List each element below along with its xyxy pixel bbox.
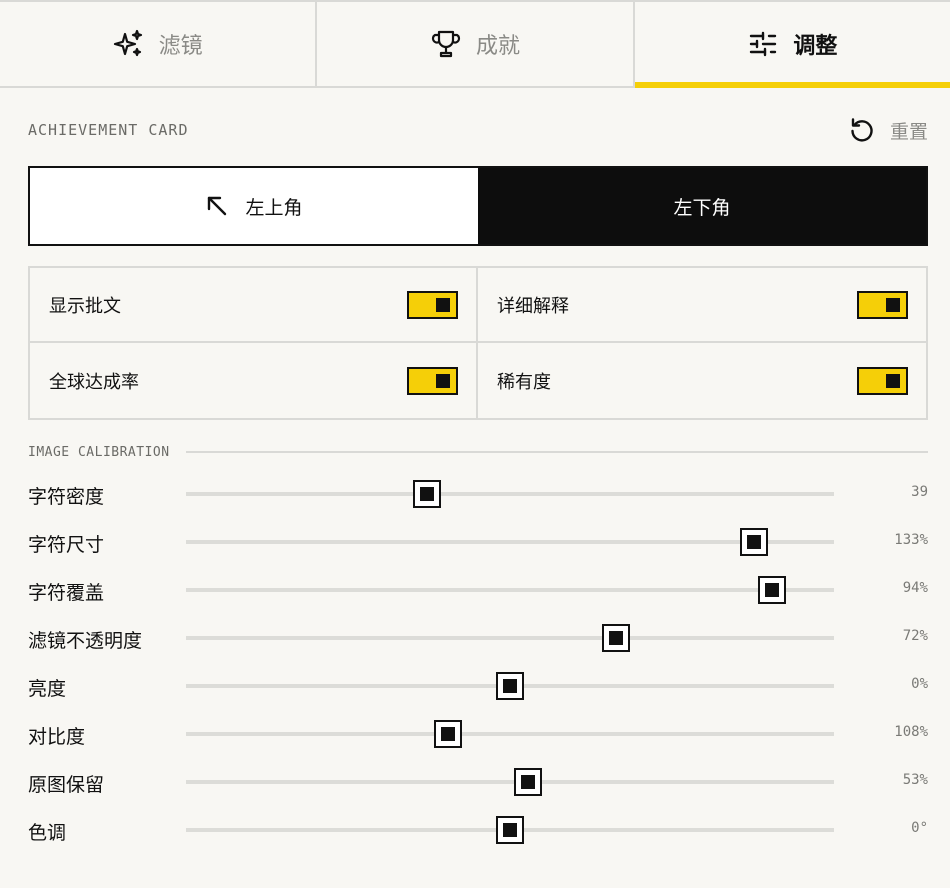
slider-label: 色调 bbox=[28, 822, 67, 844]
slider-value: 133% bbox=[894, 532, 928, 548]
tab-achievements[interactable]: 成就 bbox=[317, 2, 635, 86]
slider-row: 亮度 0% bbox=[28, 662, 928, 710]
detailed-explanation-toggle[interactable] bbox=[857, 290, 908, 319]
trophy-icon bbox=[430, 28, 462, 60]
slider-thumb[interactable] bbox=[433, 720, 462, 748]
toggle-row-detailed-explanation: 详细解释 bbox=[478, 268, 926, 343]
slider-row: 字符覆盖 94% bbox=[28, 566, 928, 614]
slider-thumb[interactable] bbox=[739, 528, 768, 556]
slider-value: 108% bbox=[894, 724, 928, 740]
toggle-row-rarity: 稀有度 bbox=[478, 343, 926, 418]
tab-label: 滤镜 bbox=[158, 34, 203, 59]
slider-row: 字符密度 39 bbox=[28, 470, 928, 518]
slider-label: 字符密度 bbox=[28, 486, 105, 508]
reset-icon bbox=[848, 116, 876, 144]
tab-label: 调整 bbox=[793, 34, 838, 59]
slider-thumb[interactable] bbox=[757, 576, 786, 604]
toggle-knob bbox=[886, 373, 900, 388]
slider-value: 0° bbox=[911, 820, 928, 836]
slider-label: 字符覆盖 bbox=[28, 582, 105, 604]
char-size-slider[interactable] bbox=[186, 528, 834, 556]
toggle-knob bbox=[886, 297, 900, 312]
corner-position-selector: 左上角 左下角 bbox=[28, 166, 928, 246]
slider-value: 0% bbox=[911, 676, 928, 692]
slider-label: 原图保留 bbox=[28, 774, 105, 796]
toggle-row-global-rate: 全球达成率 bbox=[30, 343, 478, 418]
original-retention-slider[interactable] bbox=[186, 768, 834, 796]
corner-option-label: 左上角 bbox=[245, 196, 303, 219]
corner-option-top-left[interactable]: 左上角 bbox=[30, 168, 478, 244]
corner-option-bottom-left[interactable]: 左下角 bbox=[478, 168, 926, 244]
filter-opacity-slider[interactable] bbox=[186, 624, 834, 652]
slider-row: 滤镜不透明度 72% bbox=[28, 614, 928, 662]
arrow-up-left-icon bbox=[205, 194, 229, 218]
achievement-card-header: ACHIEVEMENT CARD 重置 bbox=[28, 114, 928, 146]
slider-thumb[interactable] bbox=[413, 480, 442, 508]
slider-value: 53% bbox=[902, 772, 928, 788]
toggle-knob bbox=[436, 297, 450, 312]
toggle-label: 显示批文 bbox=[49, 295, 121, 317]
slider-label: 字符尺寸 bbox=[28, 534, 105, 556]
slider-value: 72% bbox=[902, 628, 928, 644]
show-annotation-toggle[interactable] bbox=[407, 290, 458, 319]
sparkles-icon bbox=[113, 28, 145, 60]
slider-row: 对比度 108% bbox=[28, 710, 928, 758]
slider-value: 39 bbox=[911, 484, 928, 500]
image-calibration-header: IMAGE CALIBRATION bbox=[28, 442, 928, 462]
slider-row: 原图保留 53% bbox=[28, 758, 928, 806]
char-coverage-slider[interactable] bbox=[186, 576, 834, 604]
tab-filters[interactable]: 滤镜 bbox=[0, 2, 318, 86]
slider-thumb[interactable] bbox=[496, 816, 524, 844]
hue-slider[interactable] bbox=[186, 816, 834, 844]
slider-label: 亮度 bbox=[28, 678, 67, 700]
contrast-slider[interactable] bbox=[186, 720, 834, 748]
rarity-toggle[interactable] bbox=[857, 366, 908, 395]
toggle-row-show-annotation: 显示批文 bbox=[30, 268, 478, 343]
global-rate-toggle[interactable] bbox=[407, 366, 458, 395]
corner-option-label: 左下角 bbox=[673, 196, 731, 219]
calibration-title: IMAGE CALIBRATION bbox=[28, 444, 170, 460]
display-toggles: 显示批文 详细解释 全球达成率 稀有度 bbox=[28, 266, 928, 420]
tab-label: 成就 bbox=[475, 34, 520, 59]
slider-row: 字符尺寸 133% bbox=[28, 518, 928, 566]
slider-thumb[interactable] bbox=[514, 768, 543, 796]
divider bbox=[185, 451, 928, 453]
calibration-sliders: 字符密度 39 字符尺寸 133% 字符覆盖 94% 滤镜不透明度 72% 亮度… bbox=[28, 470, 928, 854]
section-title: ACHIEVEMENT CARD bbox=[28, 121, 189, 139]
toggle-label: 全球达成率 bbox=[49, 371, 139, 393]
toggle-label: 稀有度 bbox=[497, 371, 551, 393]
tab-bar: 滤镜 成就 调整 bbox=[0, 0, 950, 88]
char-density-slider[interactable] bbox=[186, 480, 834, 508]
slider-label: 对比度 bbox=[28, 726, 86, 748]
reset-label: 重置 bbox=[889, 120, 928, 143]
slider-thumb[interactable] bbox=[496, 672, 524, 700]
tab-adjust[interactable]: 调整 bbox=[634, 2, 950, 88]
reset-button[interactable]: 重置 bbox=[848, 116, 928, 144]
slider-label: 滤镜不透明度 bbox=[28, 630, 143, 652]
slider-row: 色调 0° bbox=[28, 806, 928, 854]
sliders-icon bbox=[747, 28, 779, 60]
slider-value: 94% bbox=[902, 580, 928, 596]
toggle-label: 详细解释 bbox=[497, 295, 569, 317]
toggle-knob bbox=[436, 373, 450, 388]
slider-thumb[interactable] bbox=[602, 624, 631, 652]
brightness-slider[interactable] bbox=[186, 672, 834, 700]
